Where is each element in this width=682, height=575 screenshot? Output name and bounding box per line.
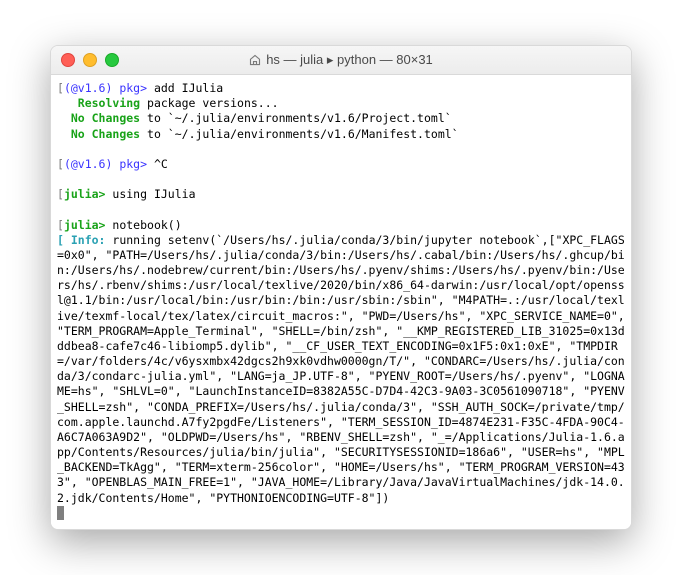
resolving-label: Resolving (78, 96, 140, 110)
nochanges-label-2: No Changes (71, 127, 140, 141)
titlebar[interactable]: hs — julia ▸ python — 80×31 (51, 46, 631, 75)
window-title: hs — julia ▸ python — 80×31 (51, 52, 631, 68)
nochanges-label-1: No Changes (71, 111, 140, 125)
pkg-prompt: (@v1.6) pkg> (64, 81, 147, 95)
bracket-open: [ (57, 81, 64, 95)
ctrl-c: ^C (147, 157, 168, 171)
cmd-add: add IJulia (147, 81, 223, 95)
bracket-open: [ (57, 187, 64, 201)
info-label: Info: (71, 233, 106, 247)
cmd-using: using IJulia (105, 187, 195, 201)
home-icon (249, 54, 261, 66)
info-body: running setenv(`/Users/hs/.julia/conda/3… (57, 233, 632, 505)
window-title-text: hs — julia ▸ python — 80×31 (266, 52, 433, 68)
cmd-notebook: notebook() (105, 218, 181, 232)
close-icon[interactable] (61, 53, 75, 67)
traffic-lights (51, 53, 119, 67)
minimize-icon[interactable] (83, 53, 97, 67)
nochange-2: to `~/.julia/environments/v1.6/Manifest.… (140, 127, 459, 141)
terminal-content[interactable]: [(@v1.6) pkg> add IJulia Resolving packa… (51, 75, 631, 529)
nochange-1: to `~/.julia/environments/v1.6/Project.t… (140, 111, 452, 125)
pkg-prompt-2: (@v1.6) pkg> (64, 157, 147, 171)
julia-prompt-2: julia> (64, 218, 106, 232)
bracket-open: [ (57, 157, 64, 171)
zoom-icon[interactable] (105, 53, 119, 67)
bracket-open: [ (57, 218, 64, 232)
resolving-rest: package versions... (140, 96, 278, 110)
terminal-window: hs — julia ▸ python — 80×31 [(@v1.6) pkg… (50, 45, 632, 530)
cursor (57, 506, 64, 520)
info-bracket: [ (57, 233, 71, 247)
julia-prompt-1: julia> (64, 187, 106, 201)
